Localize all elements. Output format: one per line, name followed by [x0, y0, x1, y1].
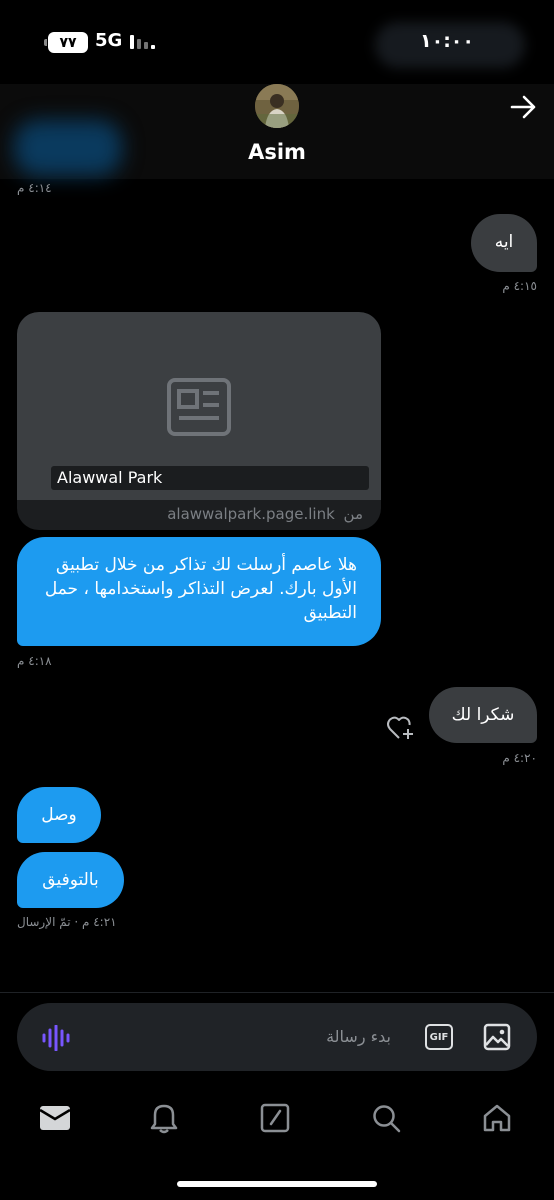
message-bubble-incoming[interactable]: بالتوفيق — [17, 852, 124, 908]
search-icon[interactable] — [366, 1098, 406, 1138]
message-timestamp: ٤:١٥ م — [502, 279, 537, 293]
divider — [0, 992, 554, 993]
message-text: بالتوفيق — [42, 870, 99, 890]
message-timestamp: ٤:٢٠ م — [502, 751, 537, 765]
message-bubble-outgoing[interactable]: ايه — [471, 214, 537, 272]
avatar[interactable] — [255, 84, 299, 128]
gif-label: GIF — [429, 1031, 449, 1043]
message-text: وصل — [41, 805, 77, 825]
battery-indicator: ٧٧ — [44, 32, 88, 53]
message-bubble-incoming[interactable]: وصل — [17, 787, 101, 843]
message-bubble-outgoing[interactable]: شكرا لك — [429, 687, 537, 743]
voice-icon[interactable] — [41, 1024, 71, 1052]
image-icon[interactable] — [483, 1023, 511, 1051]
react-heart-icon[interactable] — [386, 714, 416, 742]
status-bar: ٧٧ 5G ١٠:٠٠ — [0, 0, 554, 84]
message-text: ايه — [494, 232, 514, 252]
message-text: شكرا لك — [451, 705, 515, 725]
article-icon — [167, 378, 231, 440]
link-preview-card[interactable]: Alawwal Park alawwalpark.page.link من — [17, 312, 381, 530]
bell-icon[interactable] — [144, 1098, 184, 1138]
status-time: ١٠:٠٠ — [420, 30, 474, 52]
signal-icon — [130, 35, 155, 49]
message-input[interactable]: بدء رسالة — [326, 1027, 391, 1046]
link-preview-title: Alawwal Park — [51, 466, 369, 490]
compose-icon[interactable] — [255, 1098, 295, 1138]
network-type: 5G — [95, 30, 123, 51]
arrow-right-icon[interactable] — [508, 94, 538, 120]
home-indicator — [177, 1181, 377, 1187]
mail-icon[interactable] — [35, 1098, 75, 1138]
conversation-header: Asim — [0, 84, 554, 179]
message-text: هلا عاصم أرسلت لك تذاكر من خلال تطبيق ال… — [44, 555, 357, 623]
link-preview-image: Alawwal Park — [17, 312, 381, 500]
link-url: alawwalpark.page.link — [167, 505, 335, 523]
message-timestamp: ٤:٢١ م · تمّ الإرسال — [17, 915, 117, 929]
message-timestamp: ٤:١٨ م — [17, 654, 52, 668]
link-preview-url[interactable]: alawwalpark.page.link من — [17, 505, 363, 523]
link-from-label: من — [343, 505, 363, 523]
message-composer: بدء رسالة GIF — [17, 1003, 537, 1071]
message-bubble-incoming[interactable]: هلا عاصم أرسلت لك تذاكر من خلال تطبيق ال… — [17, 537, 381, 646]
home-icon[interactable] — [477, 1098, 517, 1138]
gif-icon[interactable]: GIF — [425, 1024, 453, 1050]
message-timestamp: ٤:١٤ م — [17, 181, 52, 195]
battery-level: ٧٧ — [59, 34, 77, 51]
contact-name[interactable]: Asim — [0, 140, 554, 164]
